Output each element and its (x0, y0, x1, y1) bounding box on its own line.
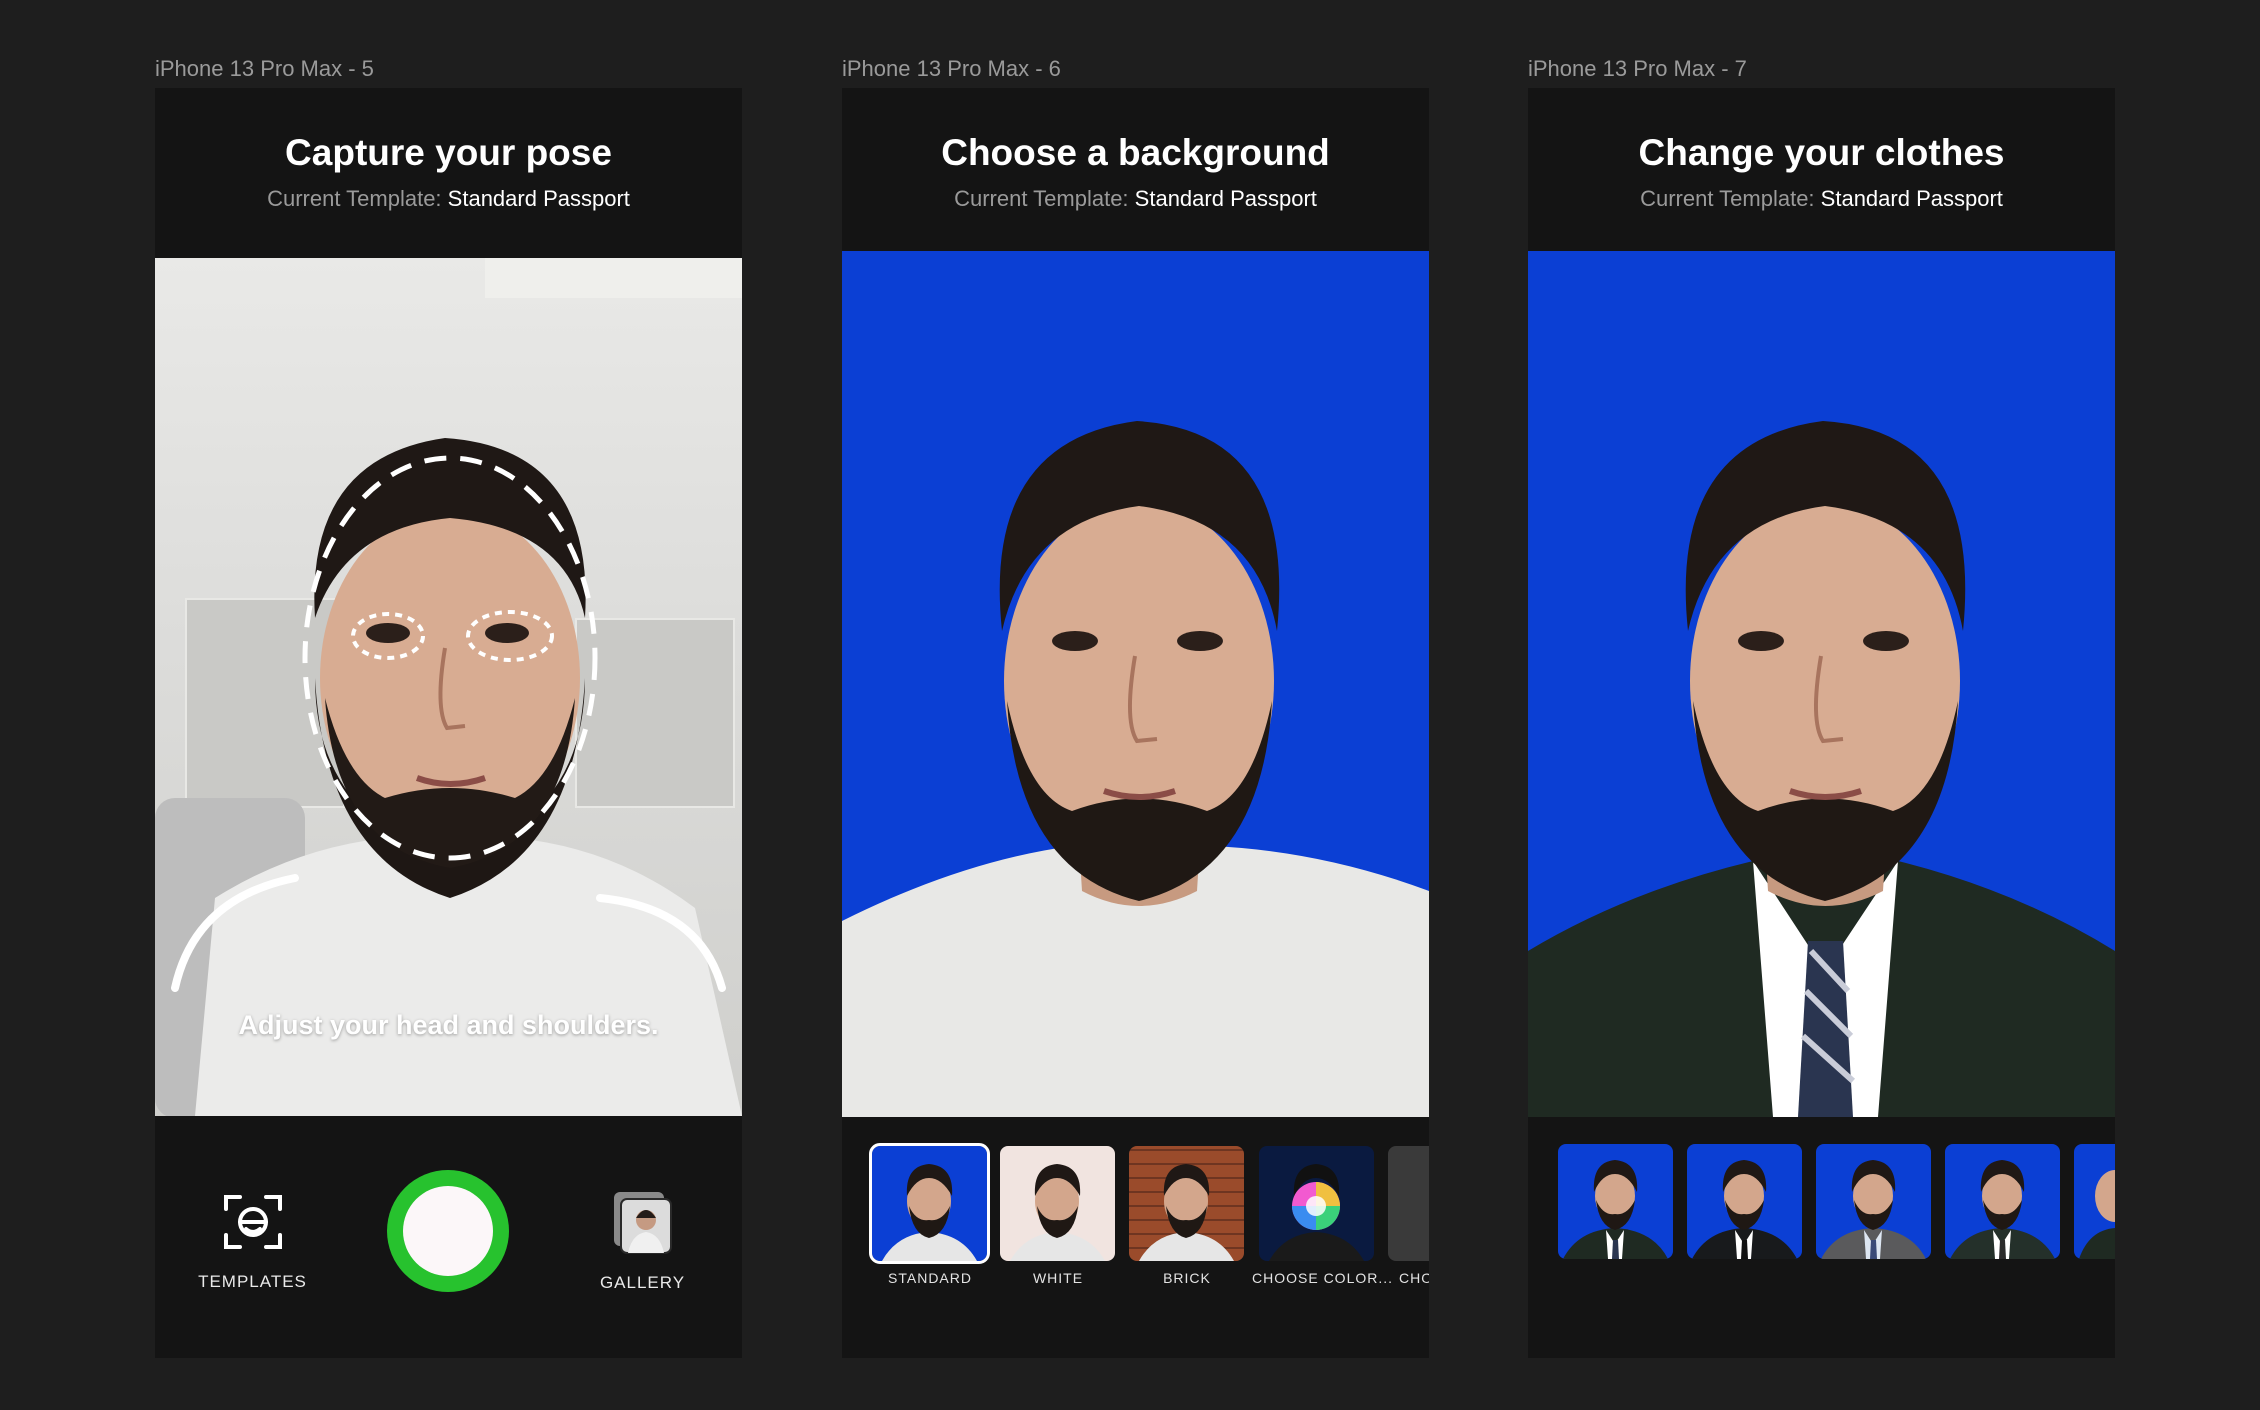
screen-capture-pose: Capture your pose Current Template: Stan… (155, 88, 742, 1358)
person-in-suit (1528, 421, 2115, 1117)
color-wheel-icon (1269, 1164, 1364, 1261)
thumb-portrait (1010, 1164, 1105, 1261)
outfit-option[interactable] (1558, 1144, 1673, 1259)
page-title: Change your clothes (1638, 132, 2005, 173)
thumb-suit (2079, 1170, 2115, 1259)
clothes-preview (1528, 251, 2115, 1117)
shutter-button[interactable] (387, 1170, 509, 1292)
templates-label: TEMPLATES (198, 1272, 307, 1291)
shutter-inner (403, 1186, 493, 1276)
bg-option-label: CHO (1399, 1270, 1429, 1286)
current-template: Current Template: Standard Passport (1528, 186, 2115, 212)
template-label: Current Template: (1640, 186, 1815, 211)
outfit-option[interactable] (1816, 1144, 1931, 1259)
frame-label: iPhone 13 Pro Max - 6 (842, 56, 1061, 81)
templates-button[interactable]: TEMPLATES (195, 1191, 310, 1292)
bg-option-label: CHOOSE COLOR... (1252, 1270, 1394, 1286)
screen-change-clothes: Change your clothes Current Template: St… (1528, 88, 2115, 1358)
thumb-portrait (882, 1164, 977, 1261)
bg-option-label: STANDARD (888, 1270, 972, 1286)
header: Capture your pose Current Template: Stan… (155, 88, 742, 212)
frame-label: iPhone 13 Pro Max - 7 (1528, 56, 1747, 81)
thumb-suit (1692, 1160, 1797, 1259)
template-value: Standard Passport (447, 186, 630, 211)
thumb-suit (1563, 1160, 1668, 1259)
template-value: Standard Passport (1134, 186, 1317, 211)
outfit-option[interactable] (2074, 1144, 2115, 1259)
outfit-option[interactable] (1945, 1144, 2060, 1259)
bg-option-brick[interactable] (1129, 1146, 1244, 1261)
person-photo (171, 438, 742, 1116)
header: Change your clothes Current Template: St… (1528, 88, 2115, 212)
gallery-button[interactable]: GALLERY (585, 1190, 700, 1293)
gallery-label: GALLERY (599, 1273, 686, 1292)
person-cutout (842, 421, 1429, 1117)
bg-option-label: WHITE (1032, 1270, 1084, 1286)
bg-option-label: BRICK (1163, 1270, 1211, 1286)
template-label: Current Template: (267, 186, 442, 211)
frame-label: iPhone 13 Pro Max - 5 (155, 56, 374, 81)
thumb-suit (1821, 1160, 1926, 1259)
screen-choose-background: Choose a background Current Template: St… (842, 88, 1429, 1358)
thumb-suit (1950, 1160, 2055, 1259)
outfit-option[interactable] (1687, 1144, 1802, 1259)
header: Choose a background Current Template: St… (842, 88, 1429, 212)
background-preview (842, 251, 1429, 1117)
pose-hint: Adjust your head and shoulders. (238, 1010, 659, 1040)
camera-preview[interactable]: Adjust your head and shoulders. (155, 258, 742, 1116)
bg-option-more[interactable] (1388, 1146, 1429, 1261)
page-title: Choose a background (941, 132, 1330, 173)
template-label: Current Template: (954, 186, 1129, 211)
thumb-portrait (1139, 1164, 1234, 1261)
bg-option-standard[interactable] (869, 1143, 990, 1264)
bg-option-white[interactable] (1000, 1146, 1115, 1261)
gallery-photo-icon (613, 1192, 672, 1254)
current-template: Current Template: Standard Passport (842, 186, 1429, 212)
template-value: Standard Passport (1820, 186, 2003, 211)
background-options: STANDARD WHITE BRICK CHOOSE COLOR... CHO (842, 1143, 1429, 1286)
bg-option-choose-color[interactable] (1259, 1146, 1374, 1261)
page-title: Capture your pose (285, 132, 612, 173)
face-scan-icon (223, 1195, 282, 1249)
current-template: Current Template: Standard Passport (155, 186, 742, 212)
